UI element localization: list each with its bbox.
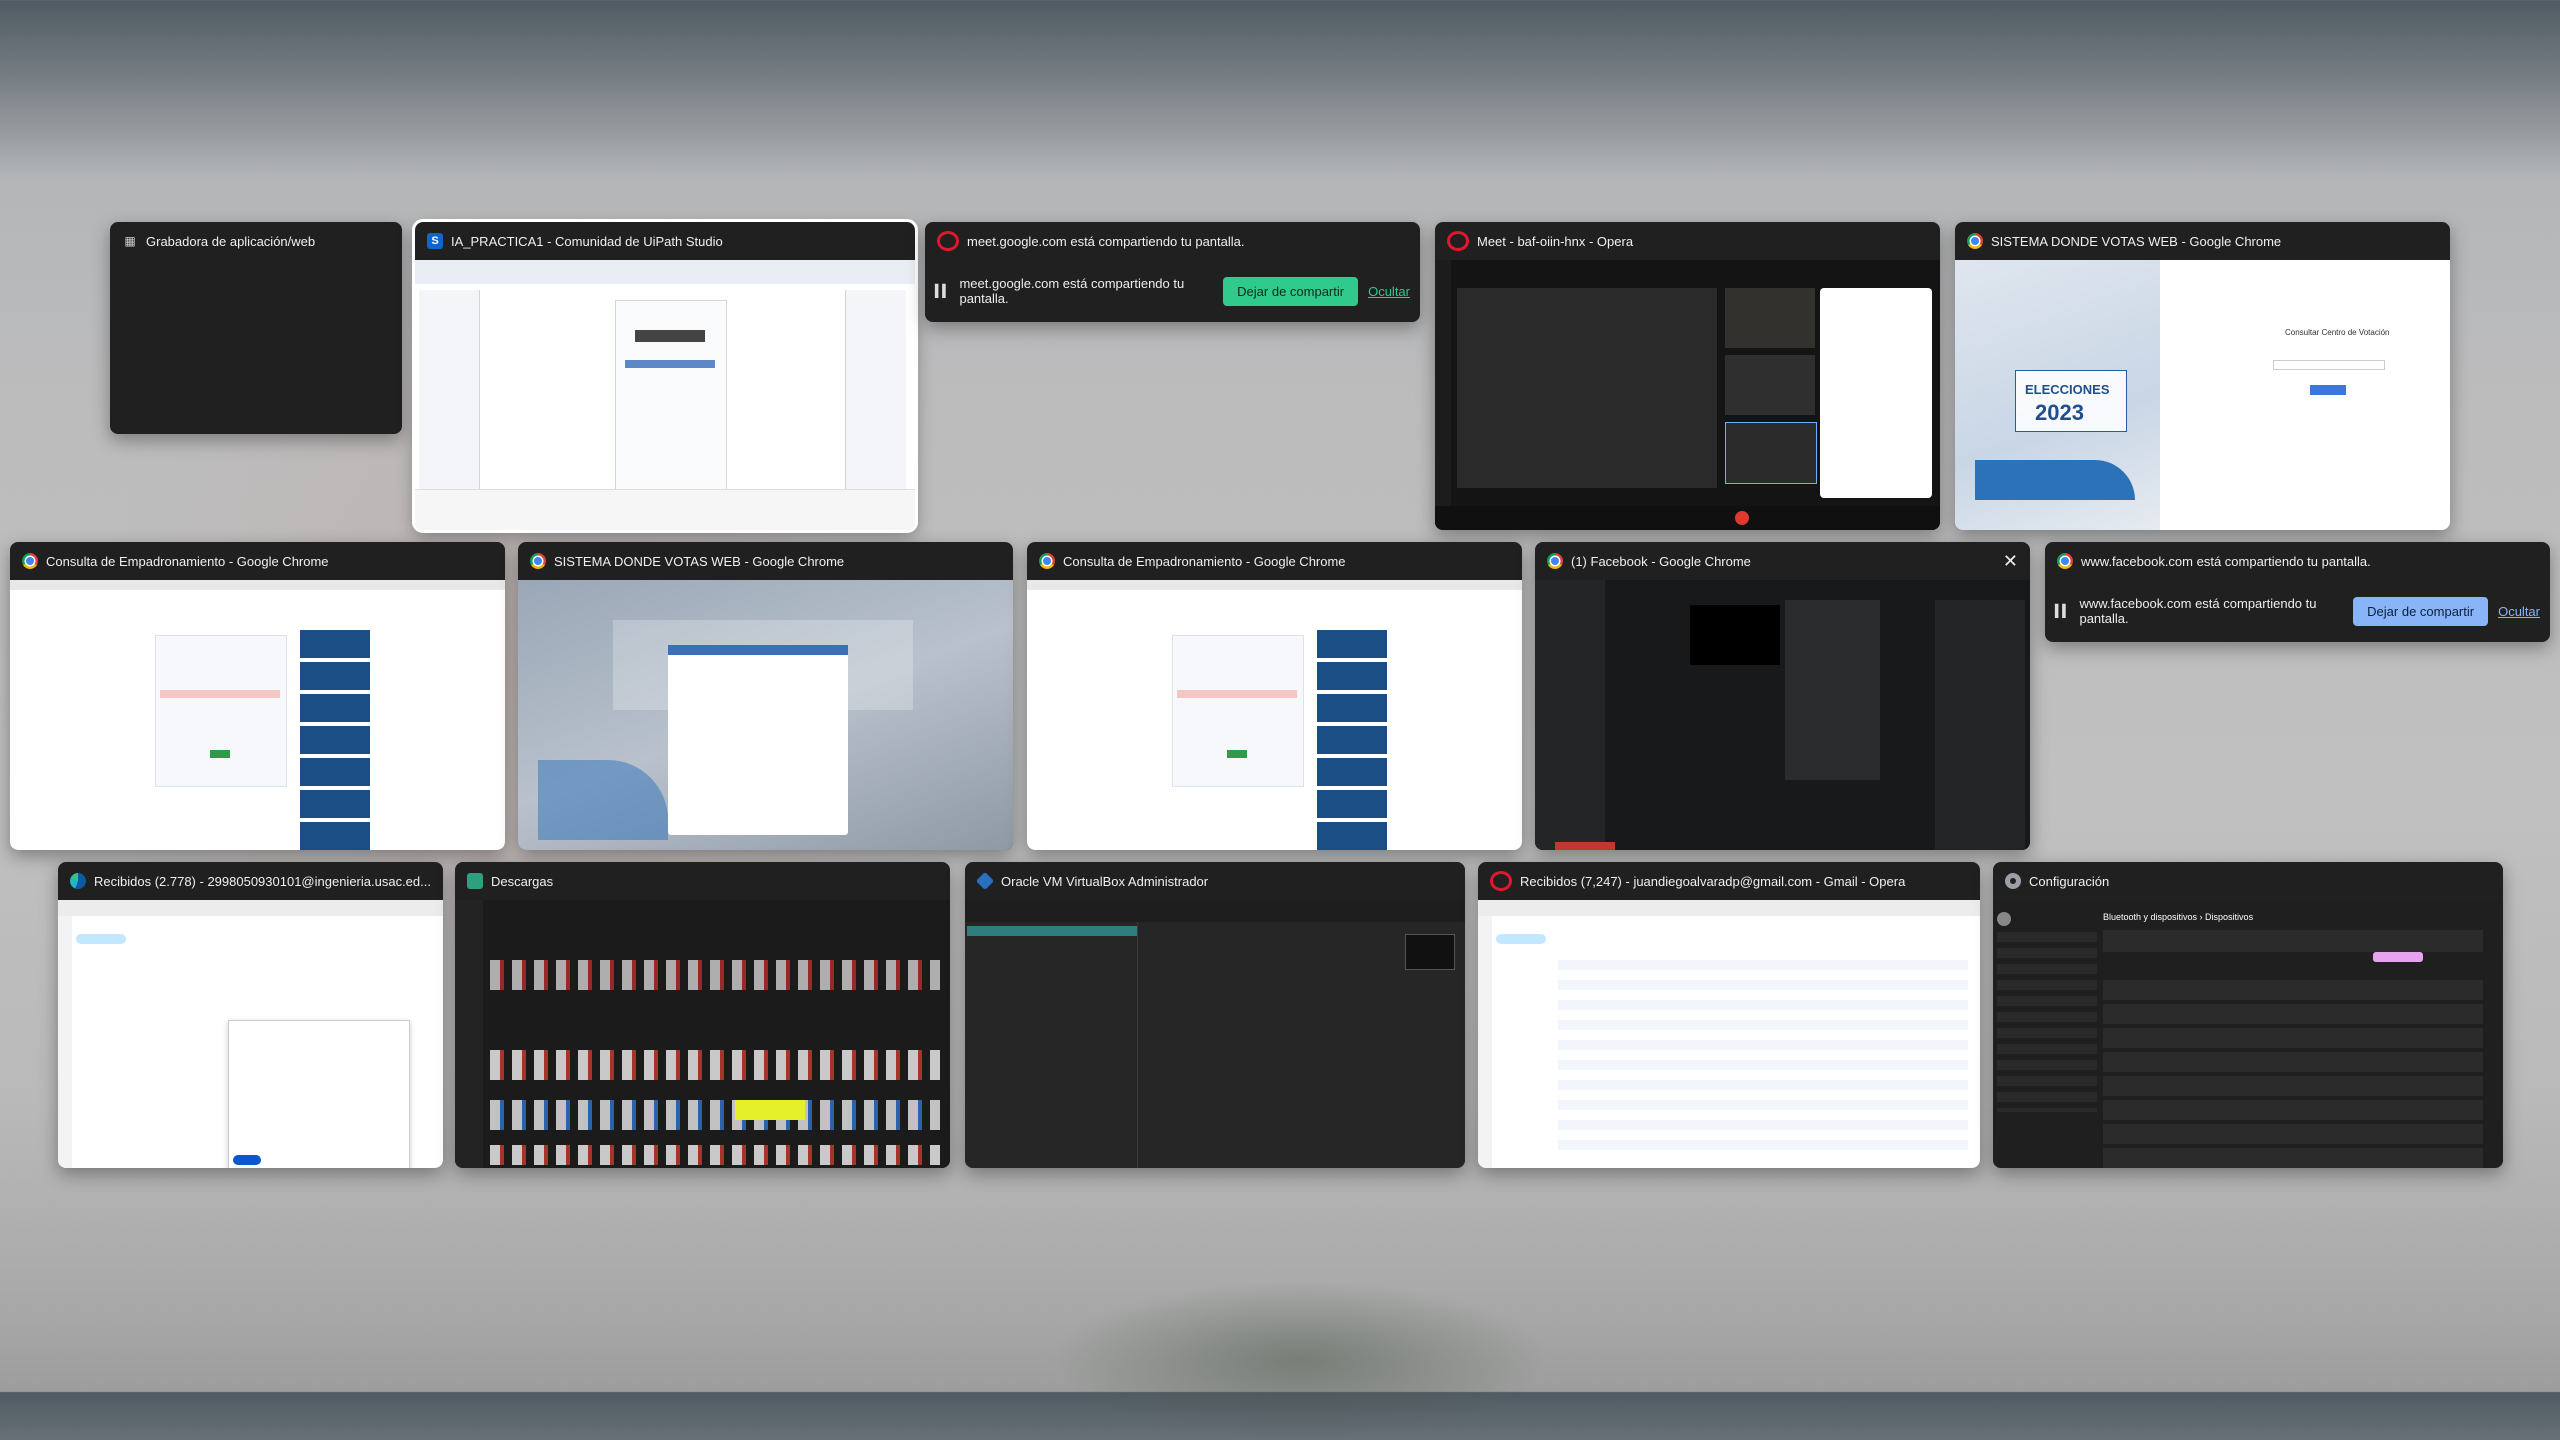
hide-link[interactable]: Ocultar <box>2498 604 2540 619</box>
window-title-bar: SISTEMA DONDE VOTAS WEB - Google Chrome <box>1955 222 2450 260</box>
window-thumbnail-edge-mail[interactable]: Recibidos (2.778) - 2998050930101@ingeni… <box>58 862 443 1168</box>
stop-sharing-button[interactable]: Dejar de compartir <box>2353 596 2489 626</box>
window-title-bar: S IA_PRACTICA1 - Comunidad de UiPath Stu… <box>415 222 915 260</box>
window-thumbnail-meet-share[interactable]: meet.google.com está compartiendo tu pan… <box>925 222 1420 322</box>
window-title-bar: Recibidos (2.778) - 2998050930101@ingeni… <box>58 862 443 900</box>
window-title: Recibidos (7,247) - juandiegoalvaradp@gm… <box>1520 873 1906 889</box>
gear-icon <box>2005 873 2021 889</box>
window-preview <box>415 260 915 530</box>
window-title: Oracle VM VirtualBox Administrador <box>1001 873 1209 889</box>
pause-icon: ▍▍ <box>2055 604 2072 618</box>
window-title: www.facebook.com está compartiendo tu pa… <box>2081 553 2371 569</box>
window-title: Grabadora de aplicación/web <box>146 233 316 249</box>
window-thumbnail-donde-votas-2[interactable]: SISTEMA DONDE VOTAS WEB - Google Chrome <box>518 542 1013 850</box>
chrome-icon <box>530 553 546 569</box>
opera-icon <box>1490 871 1512 891</box>
window-preview <box>1478 900 1980 1168</box>
window-title-bar: Consulta de Empadronamiento - Google Chr… <box>10 542 505 580</box>
window-preview <box>965 900 1465 1168</box>
share-text: www.facebook.com está compartiendo tu pa… <box>2079 596 2317 626</box>
window-title-bar: ▦ Grabadora de aplicación/web <box>110 222 402 260</box>
window-title: Recibidos (2.778) - 2998050930101@ingeni… <box>94 873 431 889</box>
background-glow <box>1050 1280 1550 1440</box>
window-title: Meet - baf-oiin-hnx - Opera <box>1477 233 1634 249</box>
window-thumbnail-meet[interactable]: Meet - baf-oiin-hnx - Opera <box>1435 222 1940 530</box>
settings-breadcrumb: Bluetooth y dispositivos › Dispositivos <box>2103 912 2254 922</box>
chrome-icon <box>1039 553 1055 569</box>
window-title: IA_PRACTICA1 - Comunidad de UiPath Studi… <box>451 233 723 249</box>
window-title: Consulta de Empadronamiento - Google Chr… <box>46 553 329 569</box>
window-title-bar: Meet - baf-oiin-hnx - Opera <box>1435 222 1940 260</box>
banner-word: ELECCIONES <box>2025 382 2110 397</box>
window-title: SISTEMA DONDE VOTAS WEB - Google Chrome <box>554 553 845 569</box>
window-title: Configuración <box>2029 873 2110 889</box>
window-preview: Bluetooth y dispositivos › Dispositivos <box>1993 900 2503 1168</box>
window-thumbnail-uipath[interactable]: S IA_PRACTICA1 - Comunidad de UiPath Stu… <box>412 219 918 533</box>
window-title-bar: meet.google.com está compartiendo tu pan… <box>925 222 1420 260</box>
window-preview <box>1435 260 1940 530</box>
window-title-bar: Consulta de Empadronamiento - Google Chr… <box>1027 542 1522 580</box>
uipath-icon: S <box>427 233 443 249</box>
edge-icon <box>70 873 86 889</box>
chrome-icon <box>1547 553 1563 569</box>
window-preview <box>58 900 443 1168</box>
hide-link[interactable]: Ocultar <box>1368 284 1410 299</box>
chrome-icon <box>1967 233 1983 249</box>
opera-icon <box>937 231 959 251</box>
banner-year: 2023 <box>2035 400 2084 425</box>
window-title-bar: (1) Facebook - Google Chrome ✕ <box>1535 542 2030 580</box>
close-icon[interactable]: ✕ <box>2003 551 2018 572</box>
window-thumbnail-recorder[interactable]: ▦ Grabadora de aplicación/web <box>110 222 402 434</box>
window-preview: ELECCIONES 2023 Consultar Centro de Vota… <box>1955 260 2450 530</box>
chrome-icon <box>2057 553 2073 569</box>
screen-share-bar: ▍▍ www.facebook.com está compartiendo tu… <box>2045 580 2550 642</box>
virtualbox-icon <box>975 871 995 891</box>
pause-icon: ▍▍ <box>935 284 952 298</box>
window-title-bar: Recibidos (7,247) - juandiegoalvaradp@gm… <box>1478 862 1980 900</box>
window-preview <box>455 900 950 1168</box>
window-title: SISTEMA DONDE VOTAS WEB - Google Chrome <box>1991 233 2282 249</box>
window-title: Consulta de Empadronamiento - Google Chr… <box>1063 553 1346 569</box>
screen-share-bar: ▍▍ meet.google.com está compartiendo tu … <box>925 260 1420 322</box>
recorder-icon: ▦ <box>124 234 136 248</box>
window-title-bar: Descargas <box>455 862 950 900</box>
window-title-bar: Oracle VM VirtualBox Administrador <box>965 862 1465 900</box>
window-preview <box>518 580 1013 850</box>
folder-icon <box>467 873 483 889</box>
window-title-bar: Configuración <box>1993 862 2503 900</box>
window-thumbnail-virtualbox[interactable]: Oracle VM VirtualBox Administrador <box>965 862 1465 1168</box>
window-preview <box>10 580 505 850</box>
window-preview <box>1027 580 1522 850</box>
window-thumbnail-settings[interactable]: Configuración Bluetooth y dispositivos ›… <box>1993 862 2503 1168</box>
window-title: (1) Facebook - Google Chrome <box>1571 553 1751 569</box>
window-thumbnail-downloads[interactable]: Descargas <box>455 862 950 1168</box>
window-title-bar: SISTEMA DONDE VOTAS WEB - Google Chrome <box>518 542 1013 580</box>
panel-title: Consultar Centro de Votación <box>2285 328 2390 337</box>
window-thumbnail-empadronamiento-2[interactable]: Consulta de Empadronamiento - Google Chr… <box>1027 542 1522 850</box>
stop-sharing-button[interactable]: Dejar de compartir <box>1223 276 1359 306</box>
chrome-icon <box>22 553 38 569</box>
window-thumbnail-facebook[interactable]: (1) Facebook - Google Chrome ✕ <box>1535 542 2030 850</box>
share-text: meet.google.com está compartiendo tu pan… <box>959 276 1185 306</box>
opera-icon <box>1447 231 1469 251</box>
window-thumbnail-empadronamiento-1[interactable]: Consulta de Empadronamiento - Google Chr… <box>10 542 505 850</box>
window-thumbnail-gmail-opera[interactable]: Recibidos (7,247) - juandiegoalvaradp@gm… <box>1478 862 1980 1168</box>
window-title: meet.google.com está compartiendo tu pan… <box>967 233 1245 249</box>
window-title: Descargas <box>491 873 554 889</box>
window-thumbnail-facebook-share[interactable]: www.facebook.com está compartiendo tu pa… <box>2045 542 2550 642</box>
window-thumbnail-donde-votas[interactable]: SISTEMA DONDE VOTAS WEB - Google Chrome … <box>1955 222 2450 530</box>
window-title-bar: www.facebook.com está compartiendo tu pa… <box>2045 542 2550 580</box>
window-preview <box>1535 580 2030 850</box>
